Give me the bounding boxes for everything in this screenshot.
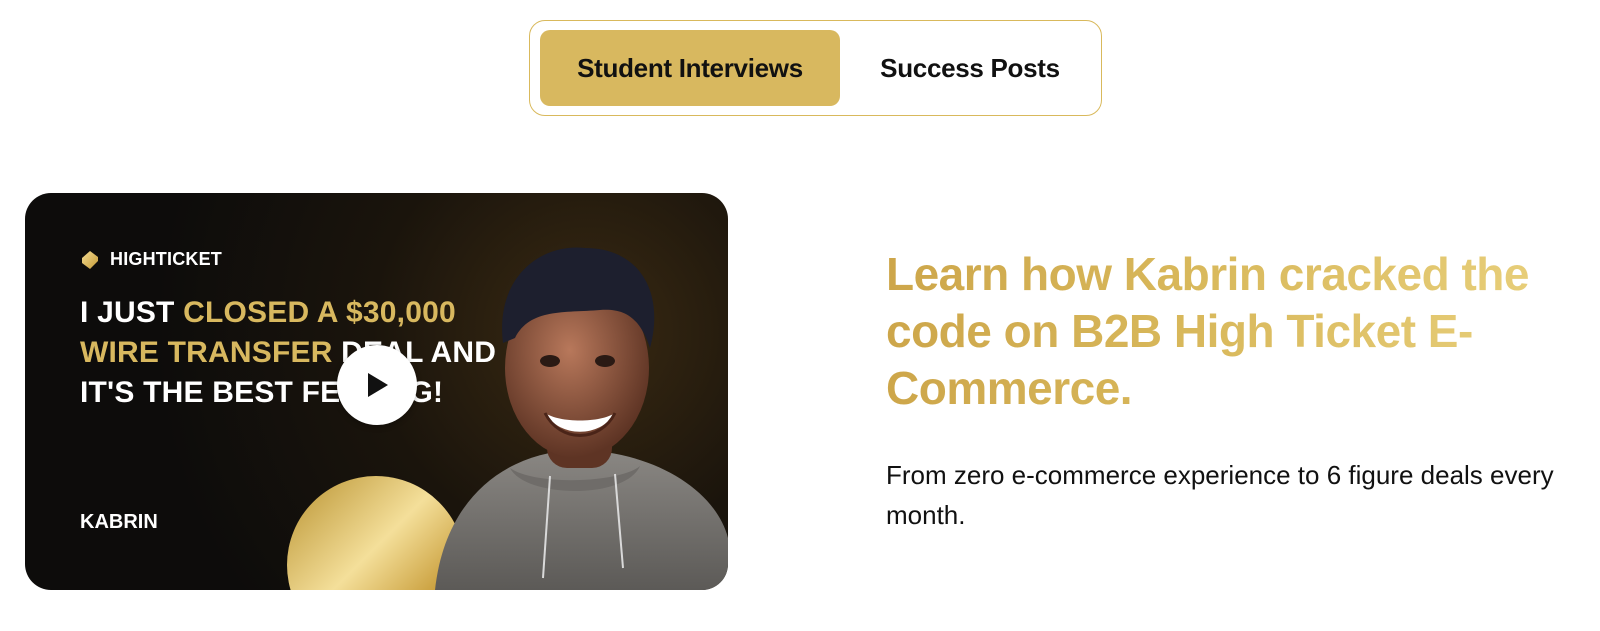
tab-student-interviews[interactable]: Student Interviews xyxy=(540,30,840,106)
student-portrait xyxy=(435,247,728,590)
ticket-icon xyxy=(82,250,98,269)
story-title: Learn how Kabrin cracked the code on B2B… xyxy=(886,246,1600,417)
video-thumbnail[interactable]: HIGHTICKET I JUST CLOSED A $30,000 WIRE … xyxy=(25,193,728,590)
brand-logo: HIGHTICKET xyxy=(80,249,222,270)
brand-name: HIGHTICKET xyxy=(110,249,222,269)
story-subtitle: From zero e-commerce experience to 6 fig… xyxy=(886,460,1554,530)
play-icon xyxy=(368,373,388,397)
student-name: KABRIN xyxy=(80,511,158,533)
tab-switcher: Student Interviews Success Posts xyxy=(529,20,1102,116)
tab-success-posts[interactable]: Success Posts xyxy=(850,30,1090,106)
play-button[interactable] xyxy=(337,345,417,425)
